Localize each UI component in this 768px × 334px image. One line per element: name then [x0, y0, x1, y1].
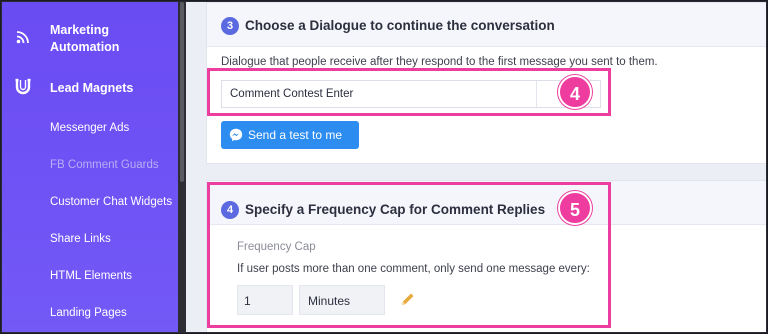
send-test-button[interactable]: Send a test to me [221, 121, 359, 149]
app-frame: Marketing Automation Lead Magnets Messen… [1, 1, 767, 333]
annotation-badge: 5 [558, 191, 592, 225]
card-title: Choose a Dialogue to continue the conver… [245, 18, 555, 33]
send-test-label: Send a test to me [248, 128, 343, 142]
scrollbar-thumb[interactable] [180, 2, 184, 182]
sidebar-item-landing-pages[interactable]: Landing Pages [2, 295, 178, 331]
sidebar-item-customer-chat-widgets[interactable]: Customer Chat Widgets [2, 184, 178, 220]
sidebar-item-label: Lead Magnets [50, 81, 134, 95]
annotation-badge: 4 [558, 75, 592, 109]
highlight-dialogue-select [207, 68, 611, 116]
card-header: 3 Choose a Dialogue to continue the conv… [207, 3, 766, 47]
dialogue-description: Dialogue that people receive after they … [221, 56, 658, 68]
magnet-icon [15, 78, 31, 95]
sidebar-item-share-links[interactable]: Share Links [2, 221, 178, 257]
step-number: 3 [221, 17, 239, 35]
messenger-icon [229, 128, 243, 142]
sidebar-item-html-elements[interactable]: HTML Elements [2, 258, 178, 294]
sidebar-item-lead-magnets[interactable]: Lead Magnets [2, 68, 178, 108]
sidebar: Marketing Automation Lead Magnets Messen… [2, 2, 178, 332]
sidebar-item-label: Marketing Automation [50, 23, 120, 54]
rss-icon [16, 31, 29, 44]
sidebar-scrollbar[interactable] [178, 2, 186, 332]
sidebar-item-fb-comment-guards[interactable]: FB Comment Guards [2, 147, 178, 183]
highlight-frequency-cap [207, 182, 611, 328]
sidebar-item-messenger-ads[interactable]: Messenger Ads [2, 110, 178, 146]
sidebar-item-marketing-automation[interactable]: Marketing Automation [2, 2, 178, 66]
